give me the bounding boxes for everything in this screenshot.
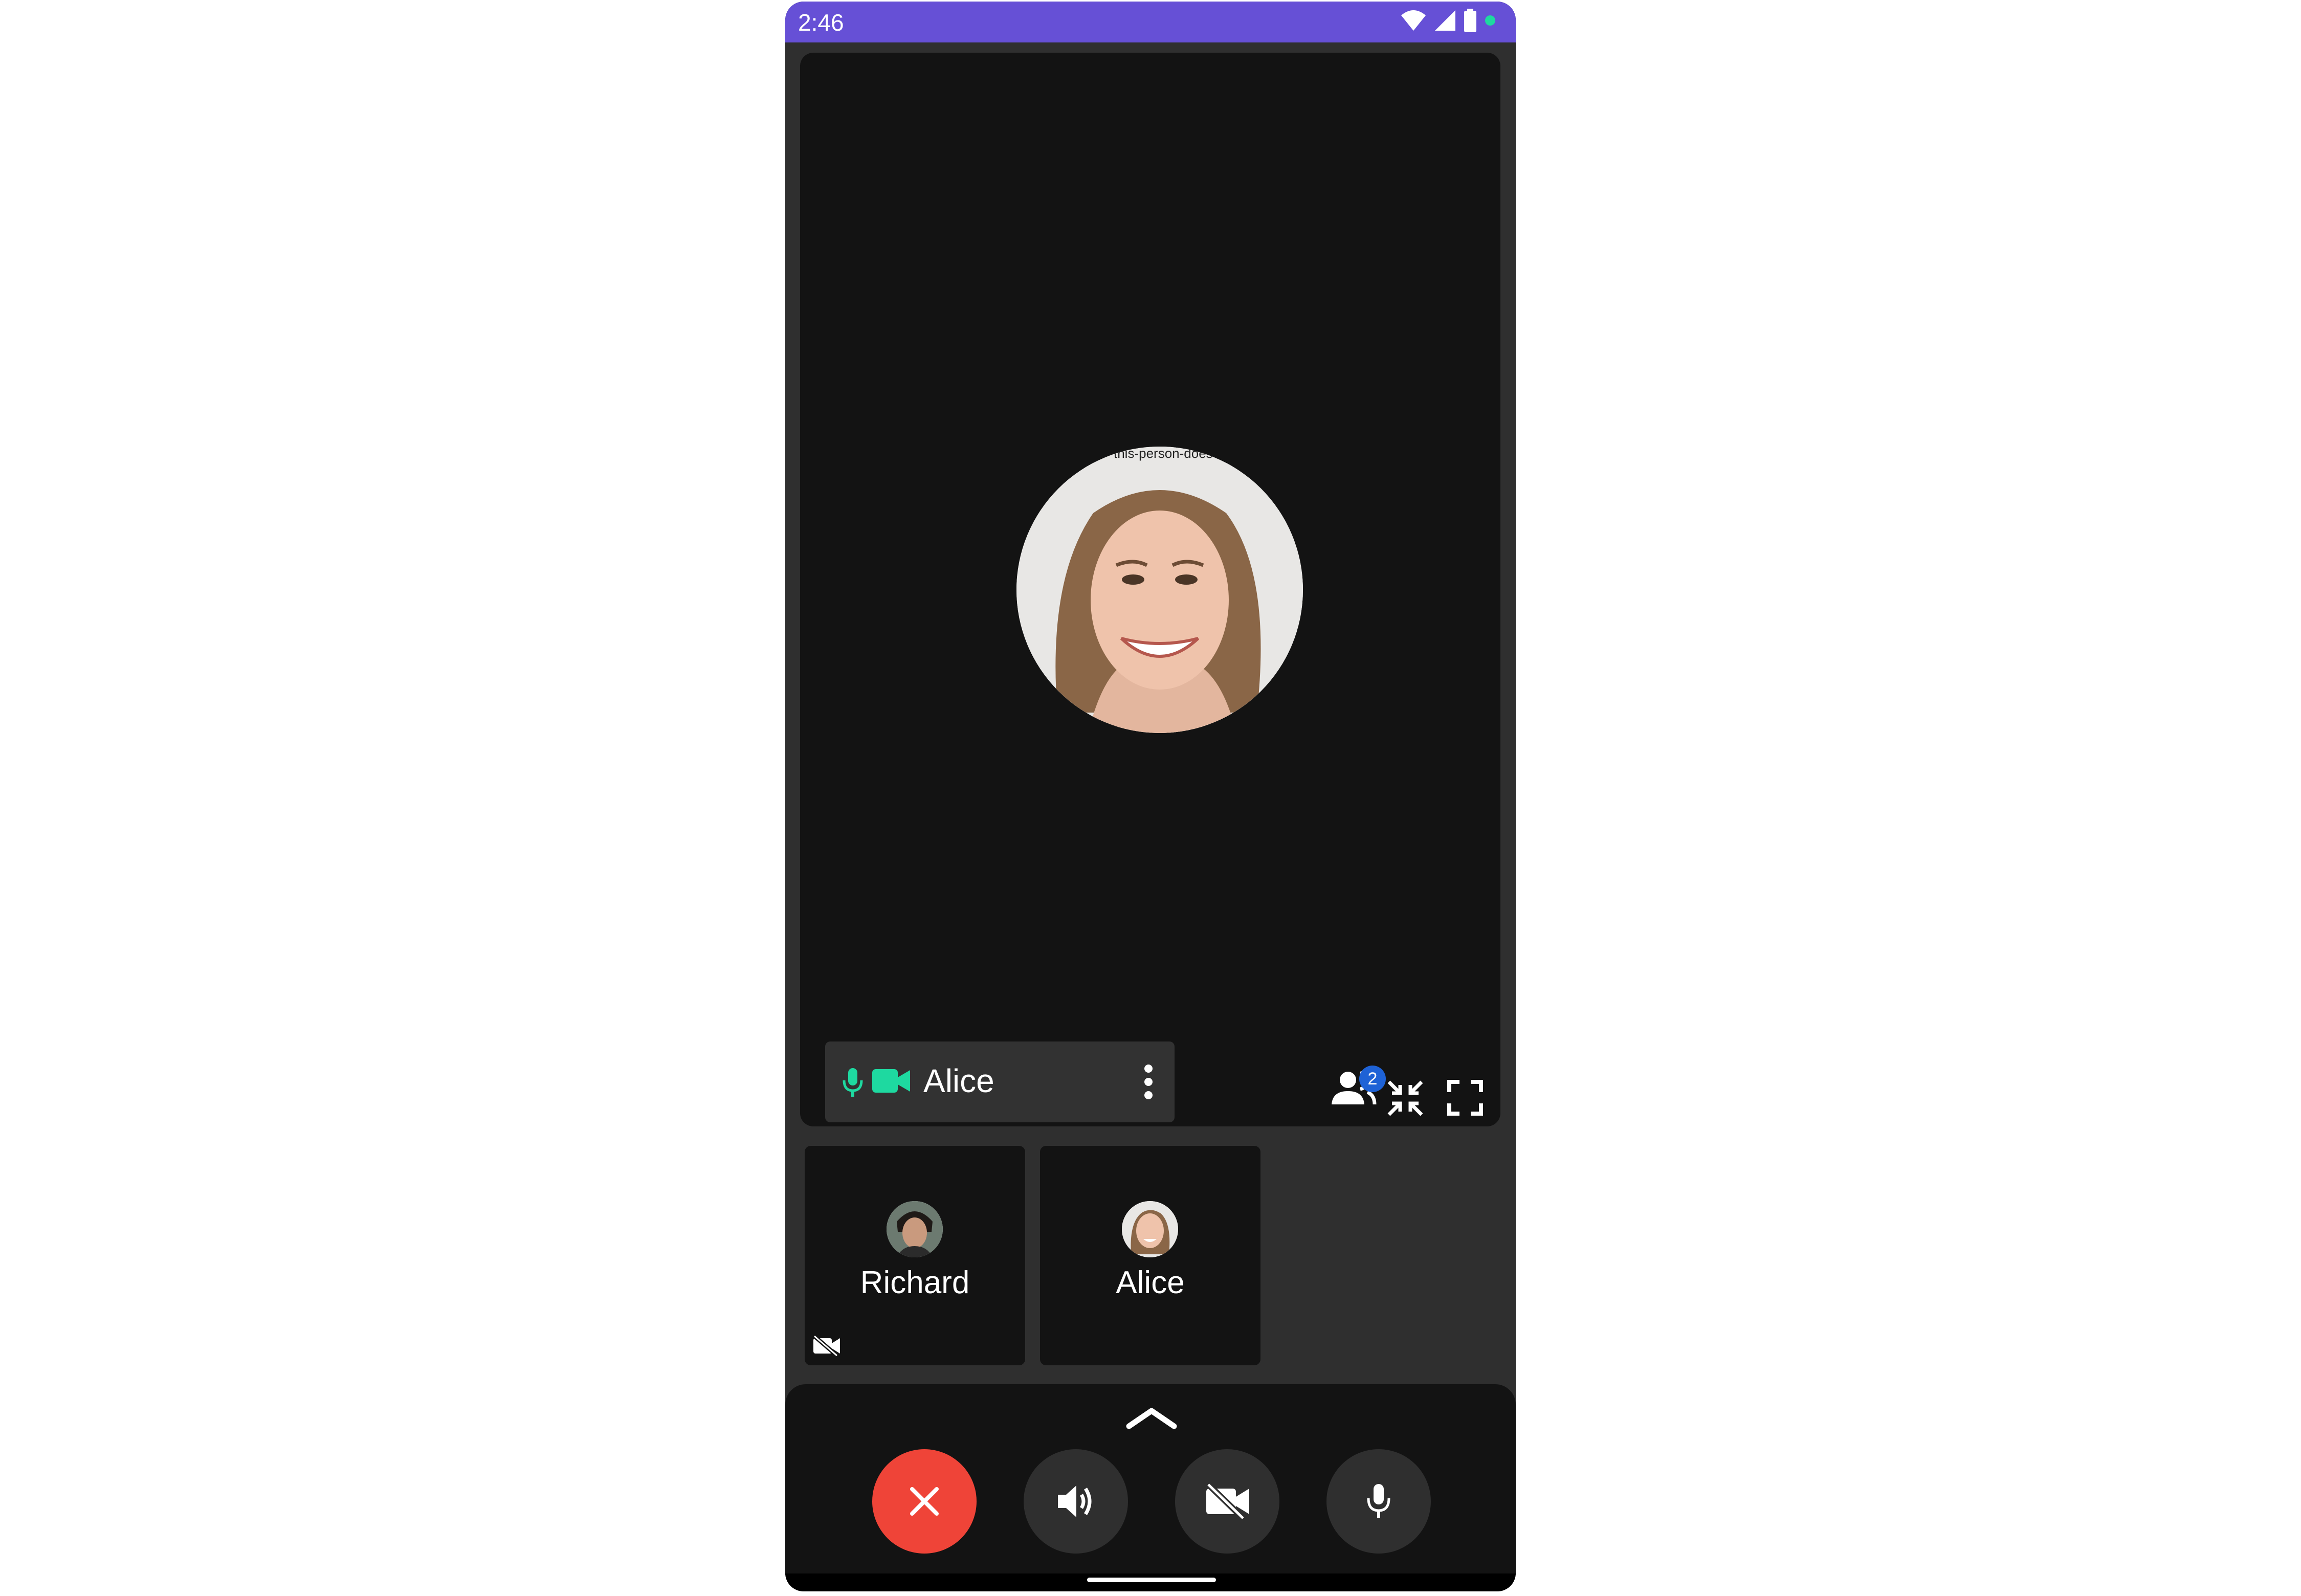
- fullscreen-icon[interactable]: [1447, 1080, 1483, 1116]
- exit-fullscreen-icon[interactable]: [1387, 1080, 1424, 1117]
- navigation-bar: [785, 1573, 1516, 1591]
- more-vert-icon[interactable]: [1143, 1064, 1154, 1100]
- status-bar: 2:46: [785, 2, 1516, 42]
- video-off-icon: [1206, 1483, 1249, 1519]
- wifi-icon: [1401, 10, 1426, 31]
- participant-thumbnail[interactable]: Alice: [1040, 1146, 1260, 1365]
- avatar-photo: this-person-does: [1016, 447, 1303, 733]
- video-toggle-button[interactable]: [1175, 1449, 1279, 1554]
- battery-icon: [1464, 9, 1476, 32]
- main-avatar: this-person-does: [1016, 447, 1303, 733]
- participant-thumbnail[interactable]: Richard: [805, 1146, 1025, 1365]
- speaker-button[interactable]: [1024, 1449, 1128, 1554]
- participant-name-bar: Alice: [825, 1041, 1175, 1122]
- status-time: 2:46: [798, 9, 844, 36]
- home-indicator[interactable]: [1087, 1578, 1216, 1582]
- cell-signal-icon: [1435, 10, 1455, 31]
- participants-count-badge: 2: [1359, 1066, 1386, 1092]
- avatar-watermark: this-person-does: [1114, 447, 1213, 461]
- main-video-tile[interactable]: this-person-does Alice 2: [800, 53, 1500, 1126]
- participants-button[interactable]: 2: [1331, 1066, 1386, 1109]
- mic-icon: [843, 1068, 863, 1097]
- status-icons: [1400, 9, 1496, 32]
- thumbnail-name: Richard: [860, 1265, 970, 1300]
- video-off-icon: [813, 1335, 840, 1357]
- participant-name: Alice: [923, 1062, 994, 1099]
- tile-tools: 2: [1331, 1055, 1494, 1117]
- avatar: [887, 1201, 943, 1257]
- call-controls: [785, 1384, 1516, 1573]
- camera-icon: [872, 1069, 910, 1093]
- end-call-icon: [910, 1487, 939, 1516]
- thumbnail-name: Alice: [1116, 1265, 1185, 1300]
- speaker-icon: [1058, 1486, 1092, 1517]
- mic-icon: [1367, 1484, 1390, 1518]
- avatar: [1122, 1201, 1178, 1257]
- end-call-button[interactable]: [872, 1449, 977, 1554]
- privacy-dot-icon: [1485, 15, 1495, 26]
- chevron-up-icon[interactable]: [1126, 1405, 1177, 1430]
- mic-button[interactable]: [1326, 1449, 1431, 1554]
- phone-screen: 2:46 this-person-does Alice 2 Richard Al…: [785, 2, 1516, 1591]
